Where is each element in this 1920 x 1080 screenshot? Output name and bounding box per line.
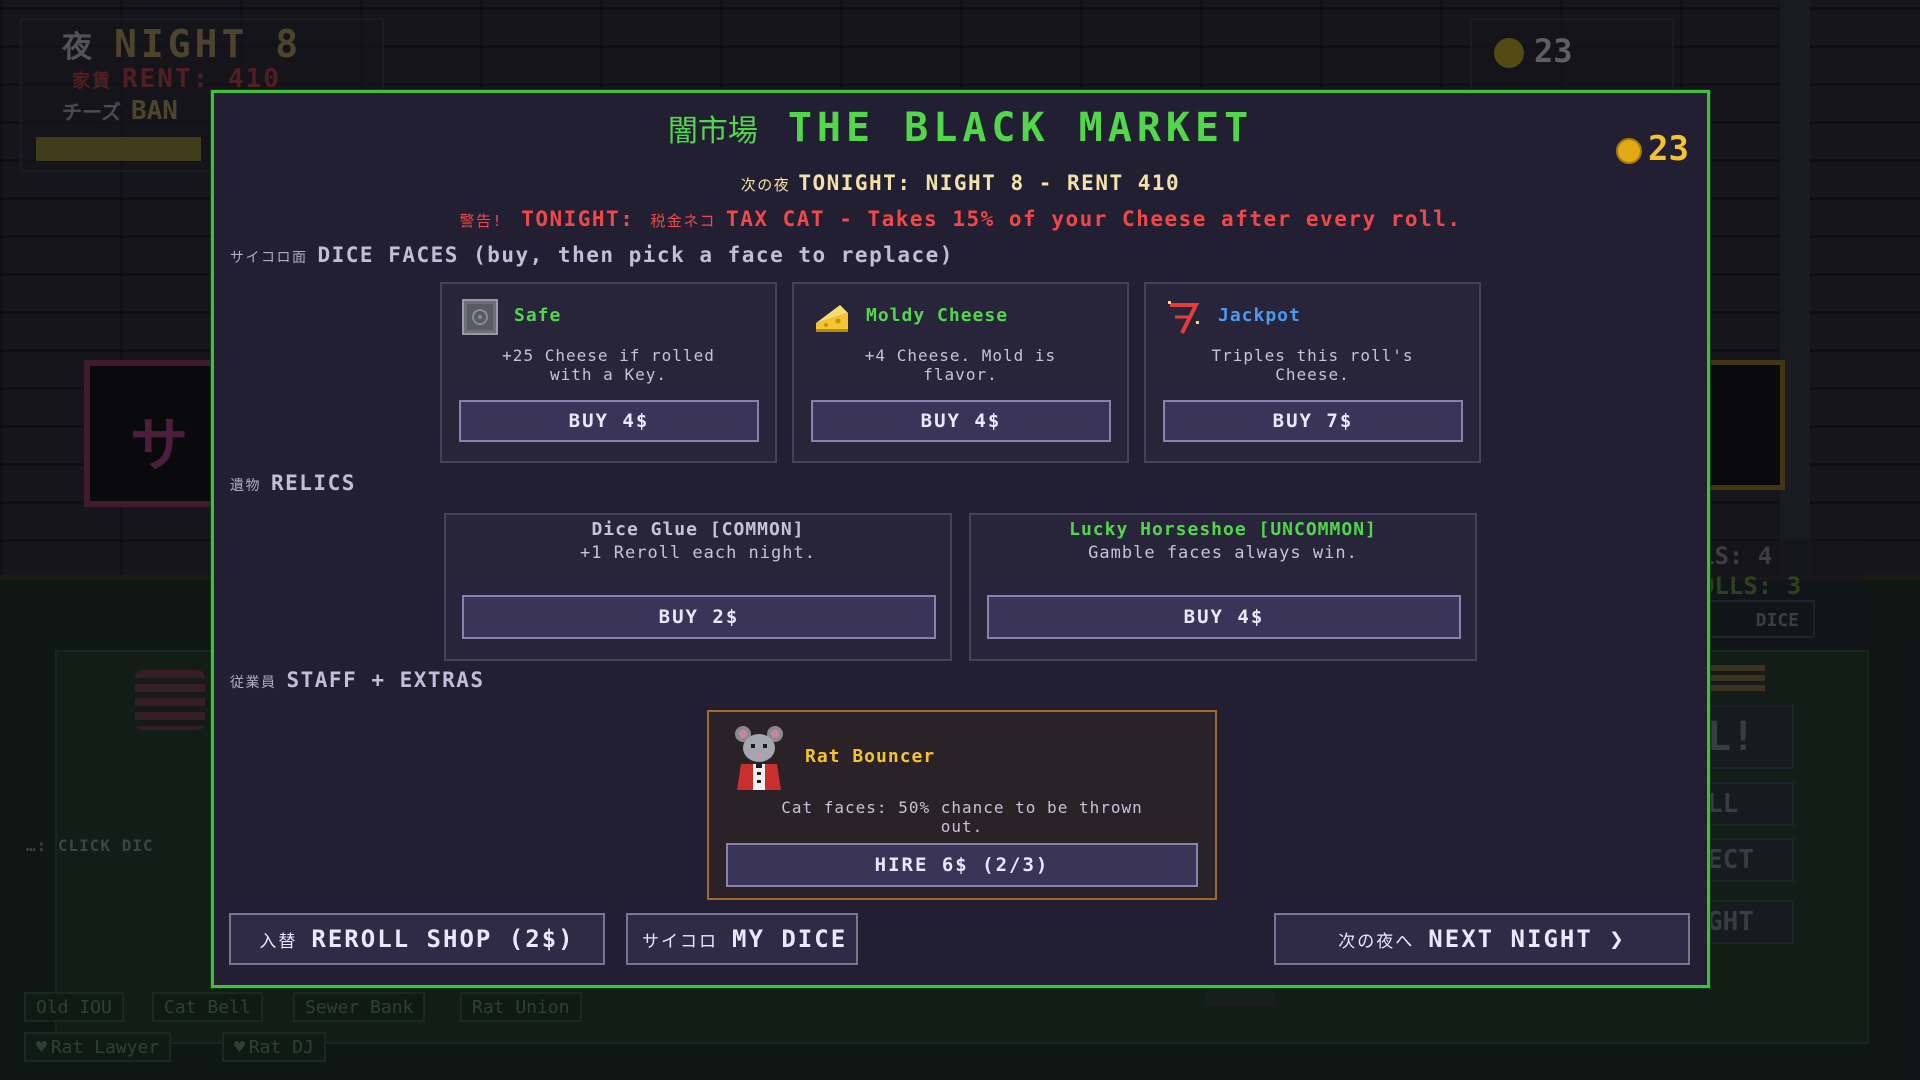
- relic-desc: +1 Reroll each night.: [580, 543, 816, 563]
- desc-line: Triples this roll's: [1211, 346, 1414, 365]
- desc-line: +25 Cheese if rolled: [502, 346, 715, 365]
- coin-icon: [1616, 137, 1643, 164]
- dice-face-desc: +25 Cheese if rolled with a Key.: [450, 346, 767, 384]
- relic-card-lucky-horseshoe: Lucky Horseshoe [UNCOMMON] Gamble faces …: [969, 513, 1477, 661]
- tonight-jp: 次の夜: [740, 176, 791, 194]
- dice-face-name-text: Moldy Cheese: [866, 305, 1009, 326]
- relic-desc: Gamble faces always win.: [1088, 543, 1358, 563]
- button-jp: サイコロ: [642, 932, 718, 952]
- relic-name: Lucky Horseshoe [UNCOMMON]: [1069, 519, 1377, 540]
- button-jp: 次の夜へ: [1338, 932, 1415, 952]
- dice-face-desc: Triples this roll's Cheese.: [1154, 346, 1471, 384]
- modal-title-text: THE BLACK MARKET: [787, 105, 1254, 151]
- tonight-text: TONIGHT: NIGHT 8 - RENT 410: [798, 171, 1181, 195]
- reroll-shop-button[interactable]: 入替 REROLL SHOP (2$): [229, 913, 605, 965]
- dice-face-card-safe: Safe +25 Cheese if rolled with a Key. BUY…: [440, 282, 777, 463]
- button-jp: 入替: [259, 932, 298, 952]
- dice-face-name-text: Jackpot: [1218, 305, 1301, 326]
- staff-name-text: Rat Bouncer: [805, 746, 936, 767]
- cheese-icon: [814, 299, 850, 335]
- desc-line: with a Key.: [550, 365, 667, 384]
- coin-balance: 23: [1616, 129, 1689, 169]
- dice-face-name: Safe: [514, 305, 561, 326]
- section-title: DICE FACES (buy, then pick a face to rep…: [317, 243, 954, 267]
- dice-faces-header: サイコロ面 DICE FACES (buy, then pick a face t…: [230, 243, 954, 267]
- next-night-button[interactable]: 次の夜へ NEXT NIGHT ❯: [1274, 913, 1690, 965]
- desc-line: out.: [940, 817, 984, 836]
- staff-header: 従業員 STAFF + EXTRAS: [230, 668, 485, 692]
- coin-balance-value: 23: [1648, 129, 1689, 169]
- warning-label: TONIGHT:: [521, 207, 635, 231]
- relic-name: Dice Glue [COMMON]: [591, 519, 805, 540]
- relic-card-dice-glue: Dice Glue [COMMON] +1 Reroll each night.…: [444, 513, 952, 661]
- tonight-info: 次の夜 TONIGHT: NIGHT 8 - RENT 410: [214, 171, 1707, 195]
- dice-face-card-moldy-cheese: Moldy Cheese +4 Cheese. Mold is flavor. B…: [792, 282, 1129, 463]
- dice-face-card-jackpot: Jackpot Triples this roll's Cheese. BUY 7…: [1144, 282, 1481, 463]
- button-label: NEXT NIGHT ❯: [1428, 925, 1626, 953]
- buy-jackpot-button[interactable]: BUY 7$: [1163, 400, 1463, 442]
- tax-cat-warning: 警告! TONIGHT: 税金ネコ TAX CAT - Takes 15% of y…: [214, 207, 1707, 231]
- dice-face-name: Moldy Cheese: [866, 305, 1008, 326]
- modal-title-jp: 闇市場: [667, 114, 758, 149]
- warning-text: TAX CAT - Takes 15% of your Cheese after…: [726, 207, 1462, 231]
- safe-icon: [462, 299, 498, 335]
- desc-line: flavor.: [923, 365, 998, 384]
- seven-icon: [1166, 299, 1202, 335]
- relics-header: 遺物 RELICS: [230, 471, 356, 495]
- section-title: RELICS: [271, 471, 356, 495]
- my-dice-button[interactable]: サイコロ MY DICE: [626, 913, 858, 965]
- section-jp: 遺物: [230, 478, 261, 494]
- desc-line: Cat faces: 50% chance to be thrown: [781, 798, 1143, 817]
- staff-card-rat-bouncer: Rat Bouncer Cat faces: 50% chance to be …: [707, 710, 1217, 900]
- button-label: REROLL SHOP (2$): [311, 925, 575, 953]
- buy-lucky-horseshoe-button[interactable]: BUY 4$: [987, 595, 1461, 639]
- desc-line: Cheese.: [1275, 365, 1350, 384]
- section-jp: サイコロ面: [230, 250, 308, 266]
- buy-safe-button[interactable]: BUY 4$: [459, 400, 759, 442]
- section-jp: 従業員: [230, 675, 277, 691]
- warning-jp: 警告!: [459, 212, 504, 230]
- hire-rat-bouncer-button[interactable]: HIRE 6$ (2/3): [726, 843, 1198, 887]
- black-market-modal: 闇市場 THE BLACK MARKET 23 次の夜 TONIGHT: NIGHT…: [211, 90, 1710, 988]
- warning-cat-jp: 税金ネコ: [650, 212, 717, 230]
- buy-dice-glue-button[interactable]: BUY 2$: [462, 595, 936, 639]
- modal-title: 闇市場 THE BLACK MARKET: [214, 105, 1707, 151]
- rat-bouncer-icon: [731, 724, 787, 794]
- button-label: MY DICE: [732, 925, 848, 953]
- dice-face-name: Jackpot: [1218, 305, 1301, 326]
- staff-name: Rat Bouncer: [805, 746, 935, 767]
- dice-face-name-text: Safe: [514, 305, 562, 326]
- staff-desc: Cat faces: 50% chance to be thrown out.: [717, 798, 1207, 836]
- section-title: STAFF + EXTRAS: [286, 668, 485, 692]
- desc-line: +4 Cheese. Mold is: [864, 346, 1057, 365]
- dice-face-desc: +4 Cheese. Mold is flavor.: [802, 346, 1119, 384]
- buy-moldy-cheese-button[interactable]: BUY 4$: [811, 400, 1111, 442]
